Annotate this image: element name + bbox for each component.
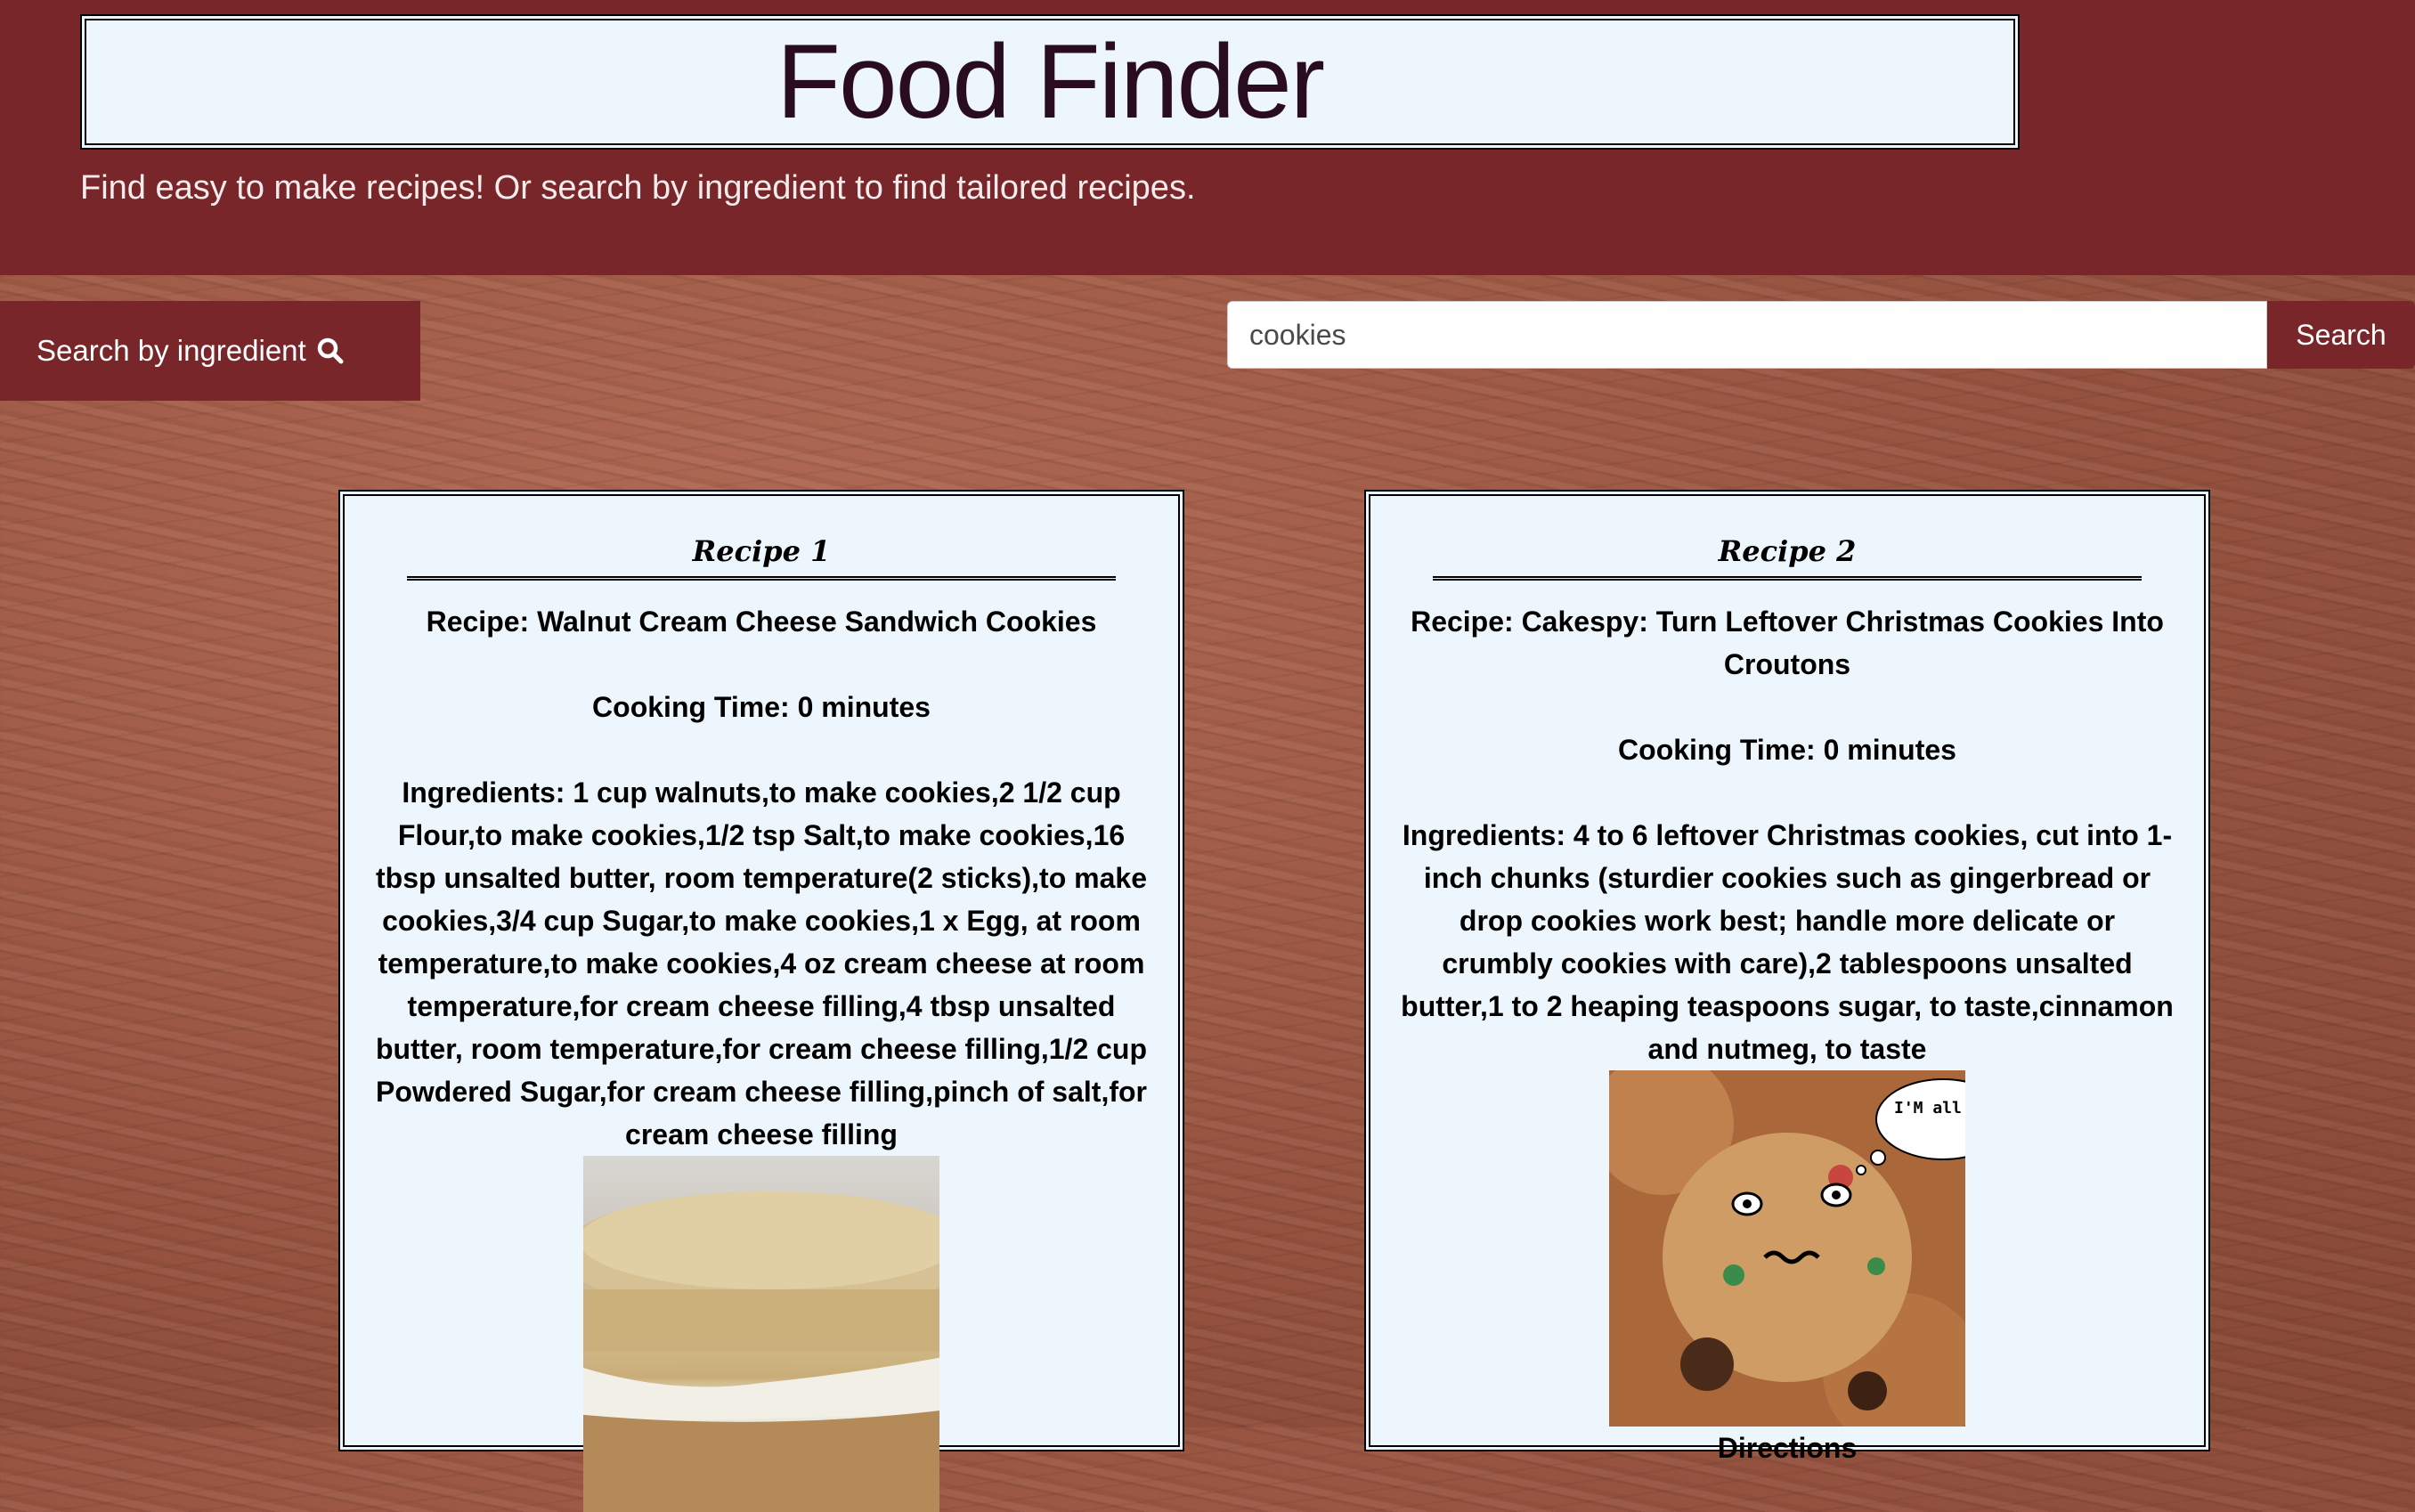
search-input[interactable] xyxy=(1227,301,2267,369)
search-by-ingredient-label: Search by ingredient xyxy=(37,334,306,367)
recipe-ingredients: Ingredients: 1 cup walnuts,to make cooki… xyxy=(375,776,1148,1150)
recipe-image xyxy=(583,1156,939,1512)
title-box: Food Finder xyxy=(80,14,2020,150)
recipe-ingredients: Ingredients: 4 to 6 leftover Christmas c… xyxy=(1401,819,2174,1065)
recipe-name: Recipe: Cakespy: Turn Leftover Christmas… xyxy=(1411,606,2164,680)
search-by-ingredient-button[interactable]: Search by ingredient xyxy=(0,301,420,401)
recipe-cooking-time: Cooking Time: 0 minutes xyxy=(592,691,931,723)
thought-bubble-text: I'M all DRIED O xyxy=(1894,1099,1965,1118)
page-title: Food Finder xyxy=(776,23,1325,141)
recipe-name: Recipe: Walnut Cream Cheese Sandwich Coo… xyxy=(426,606,1097,638)
recipe-image: I'M all DRIED O xyxy=(1609,1070,1965,1427)
recipe-card: Recipe 2 Recipe: Cakespy: Turn Leftover … xyxy=(1364,490,2210,1464)
directions-heading: Directions xyxy=(1717,1432,1858,1464)
page-subtitle: Find easy to make recipes! Or search by … xyxy=(80,169,1196,207)
search-icon xyxy=(317,337,344,364)
recipe-card: Recipe 1 Recipe: Walnut Cream Cheese San… xyxy=(338,490,1184,1512)
site-header: Food Finder Find easy to make recipes! O… xyxy=(0,0,2415,275)
recipe-cooking-time: Cooking Time: 0 minutes xyxy=(1618,734,1956,766)
recipe-heading: Recipe 1 xyxy=(407,530,1116,581)
search-button[interactable]: Search xyxy=(2267,301,2415,369)
recipe-heading: Recipe 2 xyxy=(1433,530,2142,581)
